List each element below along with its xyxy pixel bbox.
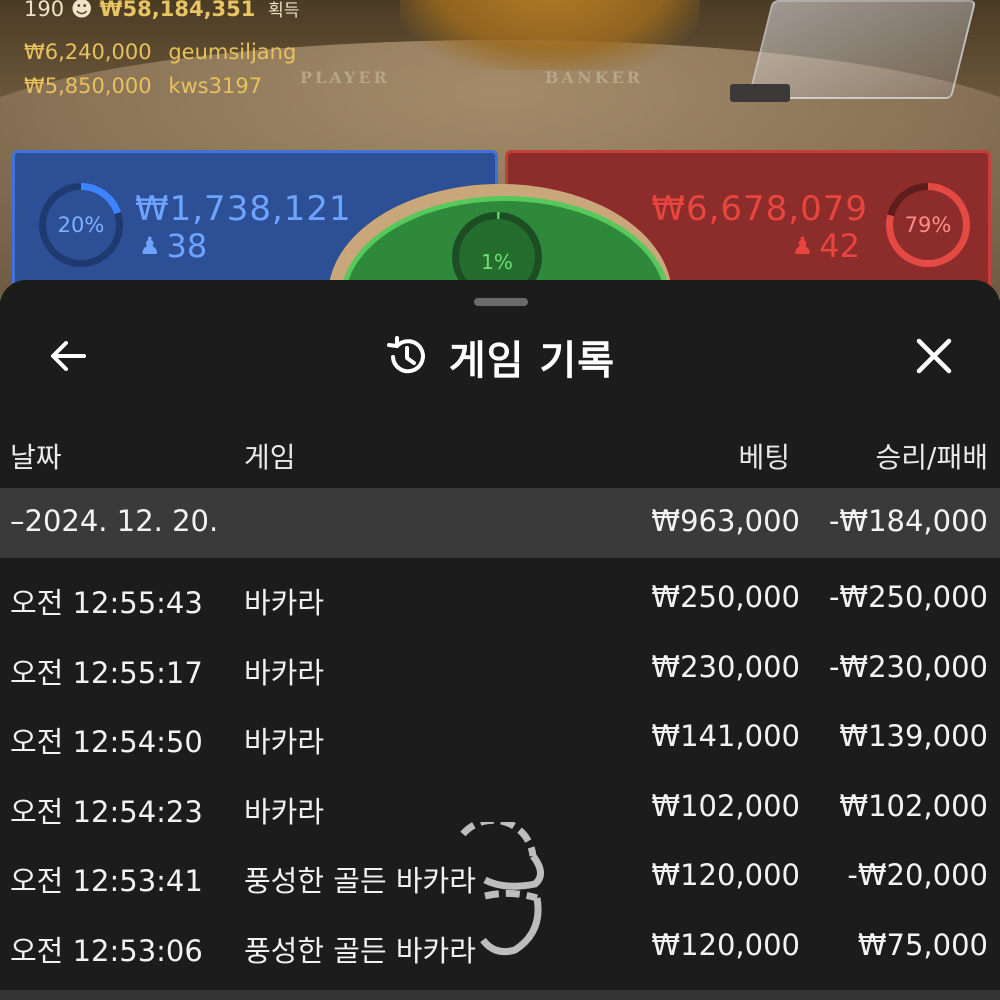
close-button[interactable] <box>904 326 964 386</box>
row-bet: ₩230,000 <box>651 649 800 684</box>
card-shoe-base <box>730 84 790 102</box>
history-row[interactable]: 오전 12:55:17 바카라 ₩230,000 -₩230,000 <box>0 634 1000 704</box>
row-result: ₩75,000 <box>857 927 988 962</box>
player-bet-amount: ₩1,738,121 <box>135 189 352 229</box>
tie-percent: 1% <box>481 250 513 274</box>
sheet-title-group: 게임 기록 <box>0 328 1000 386</box>
day-bet-total: ₩963,000 <box>651 504 800 538</box>
row-result: ₩102,000 <box>839 788 988 823</box>
sheet-title: 게임 기록 <box>448 338 616 384</box>
loading-spinner-icon <box>460 822 544 956</box>
banker-count-value: 42 <box>819 227 860 265</box>
row-time: 오전 12:54:23 <box>10 794 203 829</box>
tie-percent-ring: 1% <box>452 212 542 300</box>
winner-amount: ₩6,240,000 <box>24 40 152 64</box>
row-time: 오전 12:55:43 <box>10 586 203 620</box>
banker-felt-label: BANKER <box>545 68 643 87</box>
live-game-background: PLAYER BANKER 190 ☻ ₩58,184,351 획득 ₩6,24… <box>0 0 1000 300</box>
day-date: –2024. 12. 20. <box>10 504 219 538</box>
column-header-result: 승리/패배 <box>875 441 988 474</box>
player-felt-label: PLAYER <box>300 68 390 87</box>
banker-bettor-count: ♟ 42 <box>792 227 860 265</box>
row-game: 바카라 <box>244 725 325 759</box>
row-result: ₩139,000 <box>839 719 988 753</box>
sheet-header: 게임 기록 <box>0 320 1000 390</box>
history-row[interactable]: 오전 12:54:50 바카라 ₩141,000 ₩139,000 <box>0 703 1000 773</box>
day-result-total: -₩184,000 <box>828 504 988 538</box>
history-row[interactable]: 오전 12:55:43 바카라 ₩250,000 -₩250,000 <box>0 564 1000 634</box>
winnings-suffix: 획득 <box>268 1 300 21</box>
row-bet: ₩250,000 <box>651 580 800 614</box>
banker-percent-ring: 79% <box>886 183 970 267</box>
banker-percent: 79% <box>904 213 952 237</box>
history-icon <box>386 336 425 374</box>
row-bet: ₩141,000 <box>651 719 800 753</box>
person-icon: ♟ <box>139 232 161 260</box>
row-game: 풍성한 골든 바카라 <box>244 864 476 898</box>
player-percent-ring: 20% <box>39 183 123 267</box>
winner-username: kws3197 <box>168 74 263 98</box>
winner-username: geumsiljang <box>168 40 297 64</box>
person-icon: ☻ <box>70 0 93 21</box>
row-game: 바카라 <box>244 586 325 620</box>
row-result: -₩250,000 <box>828 580 988 614</box>
banker-bet-amount: ₩6,678,079 <box>651 189 868 229</box>
player-bettor-count: ♟ 38 <box>139 227 207 265</box>
column-header-bet: 베팅 <box>738 441 790 474</box>
player-percent: 20% <box>57 213 105 237</box>
total-winnings-amount: ₩58,184,351 <box>99 0 256 21</box>
row-time: 오전 12:55:17 <box>10 655 203 690</box>
row-result: -₩20,000 <box>847 858 988 892</box>
row-result: -₩230,000 <box>828 649 988 684</box>
column-header-date: 날짜 <box>10 441 62 474</box>
row-game: 바카라 <box>244 794 325 829</box>
winner-amount: ₩5,850,000 <box>24 74 152 98</box>
winner-line: ₩6,240,000 geumsiljang <box>24 40 296 64</box>
row-time: 오전 12:53:06 <box>10 933 203 968</box>
player-count-value: 38 <box>166 227 208 265</box>
winner-line: ₩5,850,000 kws3197 <box>24 74 262 98</box>
row-bet: ₩102,000 <box>651 788 800 823</box>
bottom-edge <box>0 990 1000 1000</box>
row-bet: ₩120,000 <box>651 858 800 892</box>
row-game: 풍성한 골든 바카라 <box>244 933 476 968</box>
row-game: 바카라 <box>244 655 325 690</box>
person-icon: ♟ <box>791 232 814 260</box>
column-header-game: 게임 <box>244 441 296 474</box>
row-time: 오전 12:54:50 <box>10 725 203 759</box>
dealer-figure <box>400 0 700 70</box>
player-count: 190 <box>24 0 65 21</box>
total-winnings-line: 190 ☻ ₩58,184,351 획득 <box>24 0 299 21</box>
row-time: 오전 12:53:41 <box>10 864 203 898</box>
close-icon <box>916 338 952 374</box>
day-summary-row[interactable]: –2024. 12. 20. ₩963,000 -₩184,000 <box>0 488 1000 558</box>
row-bet: ₩120,000 <box>651 927 800 962</box>
